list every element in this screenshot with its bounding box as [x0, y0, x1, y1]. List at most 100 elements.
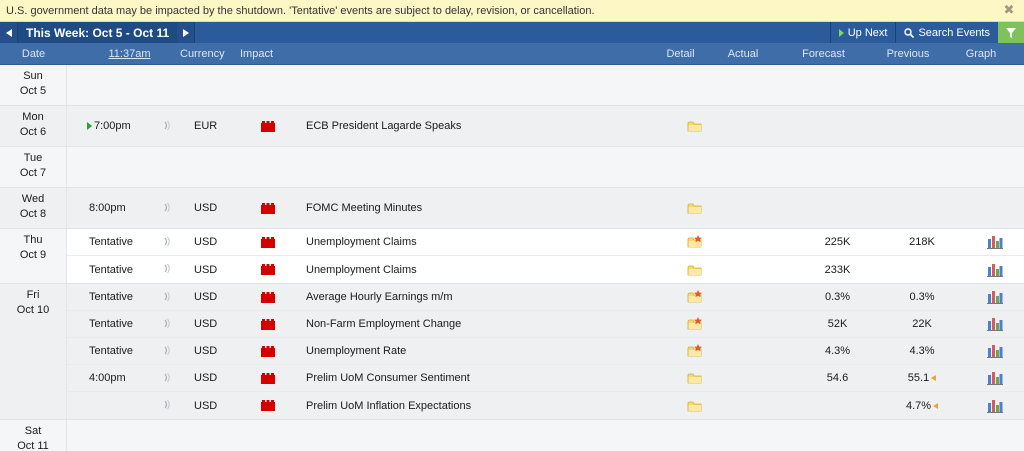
- event-previous: 4.3%: [878, 345, 966, 357]
- event-title[interactable]: Unemployment Claims: [306, 236, 672, 248]
- high-impact-icon[interactable]: [250, 236, 306, 248]
- event-currency: USD: [194, 399, 218, 412]
- folder-icon[interactable]: [672, 201, 717, 215]
- event-time: Tentative: [67, 318, 158, 330]
- event-title[interactable]: Average Hourly Earnings m/m: [306, 291, 672, 303]
- event-row[interactable]: Tentative USD Unemployment Rate 4.3% 4.3%: [67, 338, 1024, 365]
- sound-icon: [158, 345, 186, 357]
- event-forecast: 0.3%: [824, 291, 851, 303]
- day-group: Sat Oct 11: [0, 420, 1024, 451]
- day-date-cell: Wed Oct 8: [0, 188, 67, 228]
- up-next-button[interactable]: Up Next: [829, 22, 896, 43]
- event-previous-value: 4.7%: [905, 399, 932, 412]
- high-impact-icon[interactable]: [250, 400, 306, 411]
- high-impact-icon[interactable]: [250, 202, 306, 214]
- high-impact-icon[interactable]: [250, 318, 306, 330]
- event-title[interactable]: Unemployment Claims: [306, 264, 672, 276]
- header-previous: Previous: [886, 47, 930, 60]
- day-date-cell: Tue Oct 7: [0, 147, 67, 187]
- high-impact-icon[interactable]: [250, 120, 306, 132]
- bar-chart-icon[interactable]: [966, 371, 1024, 385]
- play-icon: [838, 28, 844, 37]
- folder-icon[interactable]: [672, 399, 717, 413]
- bar-chart-icon[interactable]: [966, 317, 1024, 331]
- folder-star-icon[interactable]: [672, 290, 717, 304]
- folder-icon[interactable]: [672, 119, 717, 133]
- event-title[interactable]: Prelim UoM Consumer Sentiment: [306, 372, 672, 384]
- event-title[interactable]: Unemployment Rate: [306, 345, 672, 357]
- event-title[interactable]: FOMC Meeting Minutes: [306, 202, 672, 214]
- event-previous: 0.3%: [878, 291, 966, 303]
- event-row[interactable]: Tentative USD Non-Farm Employment Change 52…: [67, 311, 1024, 338]
- event-forecast: 54.6: [826, 372, 849, 384]
- event-previous: 218K: [878, 236, 966, 248]
- event-row[interactable]: Tentative USD Average Hourly Earnings m/m 0…: [67, 284, 1024, 311]
- day-of-week: Wed: [21, 193, 45, 205]
- bar-chart-icon[interactable]: [966, 290, 1024, 304]
- high-impact-icon[interactable]: [250, 372, 306, 384]
- filter-button[interactable]: [998, 22, 1024, 43]
- event-time-text: Tentative: [89, 236, 134, 248]
- event-row[interactable]: Tentative USD Unemployment Claims 233K: [67, 256, 1024, 283]
- event-title[interactable]: Non-Farm Employment Change: [306, 318, 672, 330]
- search-events-button[interactable]: Search Events: [895, 22, 998, 43]
- sound-icon: [158, 202, 186, 214]
- event-time: 4:00pm: [67, 372, 158, 384]
- event-time-text: Tentative: [89, 263, 134, 276]
- event-title[interactable]: Prelim UoM Inflation Expectations: [306, 400, 672, 412]
- event-currency: USD: [194, 263, 218, 276]
- day-date-cell: Mon Oct 6: [0, 106, 67, 146]
- bar-chart-icon[interactable]: [966, 399, 1024, 413]
- next-week-button[interactable]: [177, 22, 196, 43]
- folder-star-icon[interactable]: [672, 235, 717, 249]
- high-impact-icon[interactable]: [250, 264, 306, 275]
- day-date: Oct 6: [19, 126, 47, 138]
- high-impact-icon[interactable]: [250, 345, 306, 357]
- bar-chart-icon[interactable]: [966, 344, 1024, 358]
- event-previous-value: 55.1: [907, 372, 930, 384]
- folder-icon[interactable]: [672, 263, 717, 277]
- event-time: Tentative: [67, 345, 158, 357]
- day-group: Mon Oct 6 7:00pm EUR ECB President Lagarde S…: [0, 106, 1024, 147]
- event-row[interactable]: 4:00pm USD Prelim UoM Consumer Sentiment 54…: [67, 365, 1024, 392]
- close-icon[interactable]: ✖: [1002, 3, 1016, 17]
- header-date: Date: [21, 47, 46, 60]
- event-row[interactable]: USD Prelim UoM Inflation Expectations 4.7%: [67, 392, 1024, 419]
- day-of-week: Sat: [24, 425, 42, 437]
- sound-icon: [158, 399, 186, 411]
- day-of-week: Mon: [22, 111, 44, 123]
- day-date-cell: Sun Oct 5: [0, 65, 67, 105]
- bar-chart-icon[interactable]: [966, 263, 1024, 277]
- day-group: Sun Oct 5: [0, 65, 1024, 106]
- event-currency: USD: [194, 318, 218, 330]
- day-date: Oct 5: [19, 85, 47, 97]
- header-time[interactable]: 11:37am: [67, 48, 172, 60]
- event-currency: USD: [194, 372, 218, 384]
- bar-chart-icon[interactable]: [966, 235, 1024, 249]
- event-row[interactable]: Tentative USD Unemployment Claims 225K 218K: [67, 229, 1024, 256]
- revised-icon[interactable]: [933, 402, 939, 409]
- event-time-text: 8:00pm: [89, 202, 126, 214]
- folder-star-icon[interactable]: [672, 344, 717, 358]
- event-row[interactable]: 8:00pm USD FOMC Meeting Minutes: [67, 188, 1024, 228]
- day-date: Oct 11: [17, 440, 49, 451]
- up-next-label: Up Next: [847, 26, 888, 39]
- event-title[interactable]: ECB President Lagarde Speaks: [306, 120, 672, 132]
- event-forecast: 225K: [824, 236, 851, 248]
- chevron-right-icon: [182, 28, 189, 37]
- event-currency: EUR: [194, 120, 218, 132]
- day-of-week: Sun: [23, 70, 43, 82]
- high-impact-icon[interactable]: [250, 291, 306, 303]
- current-week-label[interactable]: This Week: Oct 5 - Oct 11: [18, 22, 178, 43]
- day-group: Tue Oct 7: [0, 147, 1024, 188]
- folder-icon[interactable]: [672, 371, 717, 385]
- table-header: Date 11:37am Currency Impact Detail Actu…: [0, 43, 1024, 65]
- event-row[interactable]: 7:00pm EUR ECB President Lagarde Speaks: [67, 106, 1024, 146]
- day-date: Oct 9: [19, 249, 47, 261]
- revised-icon[interactable]: [931, 375, 937, 382]
- folder-star-icon[interactable]: [672, 317, 717, 331]
- event-previous-value: 218K: [909, 236, 935, 248]
- prev-week-button[interactable]: [0, 22, 18, 43]
- sound-icon: [158, 120, 186, 132]
- sound-icon: [158, 263, 186, 275]
